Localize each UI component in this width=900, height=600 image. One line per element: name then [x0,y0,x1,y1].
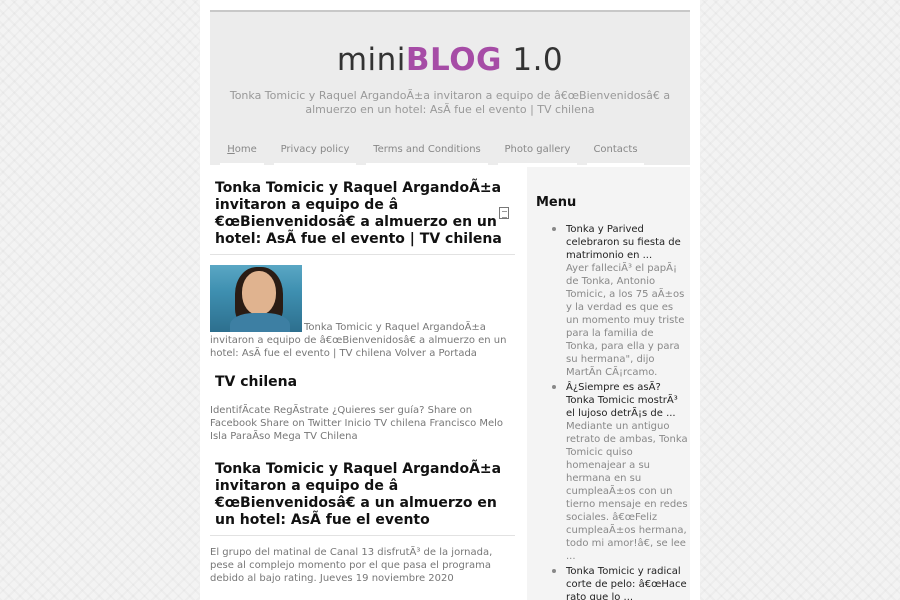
logo-suffix: 1.0 [502,42,564,78]
post-excerpt: El grupo del matinal de Canal 13 disfrut… [210,547,493,584]
nav-tab-bar [274,163,356,167]
sidebar-item-link[interactable]: Tonka Tomicic y radical corte de pelo: â… [566,565,688,600]
sidebar: Menu Tonka y Parived celebraron su fiest… [527,167,690,600]
sidebar-item-summary: Ayer falleciÃ³ el papÃ¡ de Tonka, Antoni… [566,263,685,378]
post-excerpt: Tonka Tomicic y Raquel ArgandoÃ±a invita… [210,265,515,360]
main-nav: Home Privacy policy Terms and Conditions… [210,137,690,167]
section-text: IdentifÃ­cate RegÃ­strate ¿Quieres ser g… [210,405,504,442]
sidebar-heading: Menu [536,195,577,210]
nav-tab-bar [220,163,264,167]
nav-home-first: H [227,144,235,155]
site-tagline: Tonka Tomicic y Raquel ArgandoÃ±a invita… [229,89,671,116]
section-title[interactable]: TV chilena [210,374,515,390]
sidebar-item-link[interactable]: Â¿Siempre es asÃ? Tonka Tomicic mostrÃ³ … [566,381,688,420]
sidebar-list-item: Tonka y Parived celebraron su fiesta de … [527,223,690,379]
post-title[interactable]: Tonka Tomicic y Raquel ArgandoÃ±a invita… [210,453,515,536]
post-thumbnail-image[interactable] [210,265,302,332]
main-content: Tonka Tomicic y Raquel ArgandoÃ±a invita… [210,172,515,585]
post-title[interactable]: Tonka Tomicic y Raquel ArgandoÃ±a invita… [210,172,515,255]
document-icon [499,207,509,219]
sidebar-list-item: Â¿Siempre es asÃ? Tonka Tomicic mostrÃ³ … [527,381,690,563]
logo-prefix: mini [336,42,406,78]
nav-home-rest: ome [234,144,257,155]
nav-tab-bar [366,163,488,167]
page-container: miniBLOG 1.0 Tonka Tomicic y Raquel Arga… [200,0,700,600]
site-logo[interactable]: miniBLOG 1.0 [210,42,690,78]
sidebar-list: Tonka y Parived celebraron su fiesta de … [527,223,690,600]
post-title-text: Tonka Tomicic y Raquel ArgandoÃ±a invita… [215,180,502,247]
logo-highlight: BLOG [405,42,502,78]
sidebar-item-link[interactable]: Tonka y Parived celebraron su fiesta de … [566,223,688,262]
sidebar-item-summary: Mediante un antiguo retrato de ambas, To… [566,421,688,562]
sidebar-list-item: Tonka Tomicic y radical corte de pelo: â… [527,565,690,600]
site-header: miniBLOG 1.0 Tonka Tomicic y Raquel Arga… [210,10,690,167]
